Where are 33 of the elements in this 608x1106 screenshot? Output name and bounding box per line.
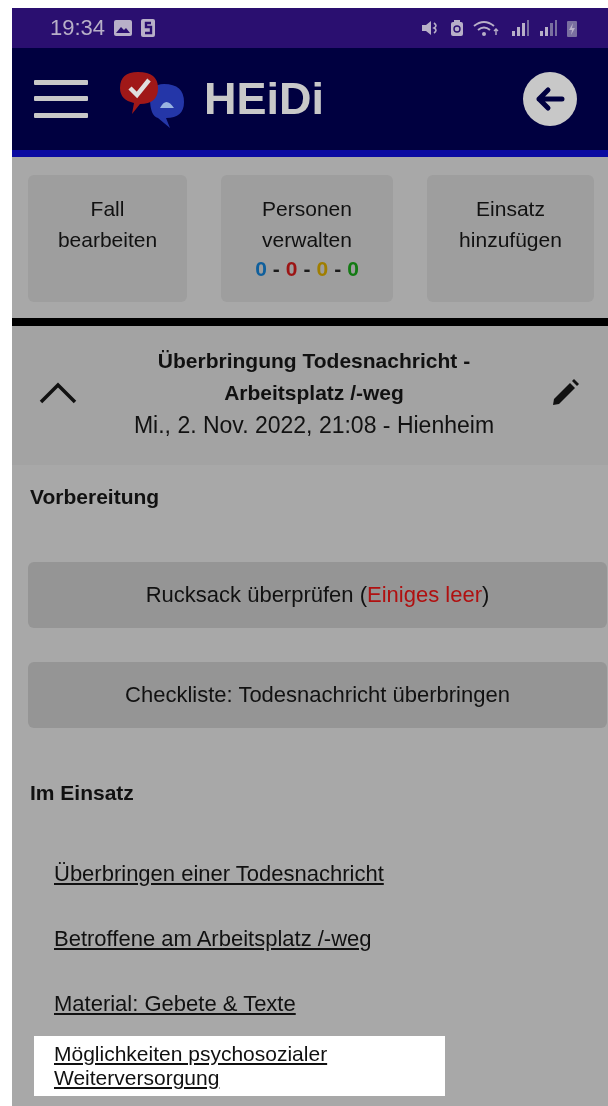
status-time: 19:34 xyxy=(50,15,106,41)
person-count: 0 xyxy=(285,256,298,282)
image-icon xyxy=(113,19,134,37)
topic-link[interactable]: Material: Gebete & Texte xyxy=(54,990,296,1018)
checklist-button[interactable]: Checkliste: Todesnachricht überbringen xyxy=(28,662,607,728)
action-button[interactable]: Personen verwalten 0 - 0 - 0 - 0 xyxy=(221,175,393,302)
battery-icon xyxy=(566,19,578,37)
signal-icon xyxy=(538,19,558,37)
topic-link[interactable]: Überbringen einer Todesnachricht xyxy=(54,860,384,888)
edit-icon[interactable] xyxy=(550,377,580,408)
person-count: - xyxy=(334,256,342,282)
person-count: - xyxy=(303,256,311,282)
back-button[interactable] xyxy=(522,71,578,127)
logo-icon xyxy=(118,70,186,128)
topic-link[interactable]: Möglichkeiten psychosozialer Weiterversorgung xyxy=(34,1036,445,1096)
person-count: 0 xyxy=(347,256,359,282)
person-count: 0 xyxy=(316,256,329,282)
battery-saver-icon xyxy=(450,19,464,37)
person-count: 0 xyxy=(255,256,267,282)
action-button[interactable]: Einsatz hinzufügen xyxy=(427,175,594,302)
collapse-icon[interactable] xyxy=(38,380,78,405)
signal-icon xyxy=(510,19,530,37)
case-title: Überbringung Todesnachricht - Arbeitsplatz /-weg xyxy=(156,347,472,406)
app-title: HEiDi xyxy=(204,73,325,125)
case-subtitle: Mi., 2. Nov. 2022, 21:08 - Hienheim xyxy=(132,410,496,440)
checklist-button[interactable]: Rucksack überprüfen (Einiges leer) xyxy=(28,562,607,628)
section-heading: Vorbereitung xyxy=(29,485,161,509)
topic-link[interactable]: Betroffene am Arbeitsplatz /-weg xyxy=(54,925,372,953)
person-count: - xyxy=(272,256,280,282)
app-notification-icon xyxy=(141,19,156,37)
menu-icon[interactable] xyxy=(34,78,88,120)
action-button[interactable]: Fall bearbeiten xyxy=(28,175,187,302)
section-heading: Im Einsatz xyxy=(29,781,135,805)
